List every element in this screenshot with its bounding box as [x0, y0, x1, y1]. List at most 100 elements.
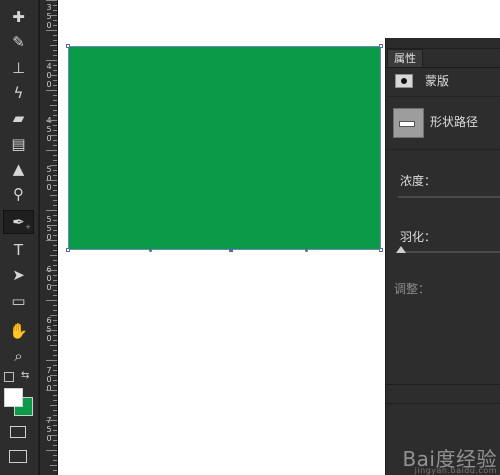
history-brush-icon[interactable]: ϟ [3, 81, 34, 105]
ruler-tick [53, 115, 57, 116]
mask-row[interactable]: 蒙版 [386, 68, 500, 97]
rectangle-tool-icon-glyph: ▭ [11, 291, 26, 310]
density-slider-track[interactable] [398, 196, 500, 198]
ruler-tick [53, 430, 57, 431]
adjust-label: 调整： [394, 282, 431, 296]
foreground-color-swatch[interactable] [4, 388, 23, 407]
shape-anchor-top-right[interactable] [379, 44, 383, 48]
ruler-tick [53, 160, 57, 161]
ruler-tick [46, 150, 57, 151]
ruler-tick [53, 310, 57, 311]
ruler-tick [50, 405, 57, 406]
dodge-icon[interactable]: ⚲ [3, 182, 34, 206]
blur-icon[interactable]: ▲ [3, 157, 34, 181]
ruler-tick [53, 205, 57, 206]
ruler-tick [46, 360, 57, 361]
ruler-tick [46, 330, 57, 331]
ruler-tick [53, 145, 57, 146]
zoom-tool-icon[interactable]: ⌕ [3, 344, 34, 368]
ruler-tick [50, 255, 57, 256]
panel-divider [386, 384, 500, 385]
blur-icon-glyph: ▲ [12, 159, 25, 178]
shape-path-row[interactable]: 形状路径 [386, 97, 500, 150]
quick-mask-icon[interactable] [10, 426, 26, 438]
pen-tool-icon[interactable]: ✒ + [3, 210, 34, 234]
ruler-tick [50, 315, 57, 316]
ruler-tick [53, 260, 57, 261]
ruler-tick [53, 280, 57, 281]
swap-colors-icon[interactable]: ⇆ [21, 371, 29, 381]
ruler-tick [46, 90, 57, 91]
brush-icon[interactable]: ✎ [3, 30, 34, 54]
ruler-tick [53, 55, 57, 56]
screen-mode-icon[interactable] [9, 450, 27, 463]
ruler-tick [53, 230, 57, 231]
ruler-tick [53, 400, 57, 401]
panel-divider [386, 403, 500, 404]
shape-path-thumbnail [393, 108, 424, 138]
path-selection-icon[interactable]: ➤ [3, 263, 34, 287]
ruler-tick [53, 365, 57, 366]
pen-tool-plus-icon: + [25, 223, 31, 231]
ruler-tick [50, 345, 57, 346]
feather-slider-track[interactable] [398, 251, 500, 253]
ruler-tick [53, 245, 57, 246]
tools-panel: ✚ ✎ ⊥ ϟ ▰ ▤ ▲ ⚲ ✒ + T ➤ ▭ ✋ ⌕ ⇆ [0, 0, 39, 475]
hand-tool-icon[interactable]: ✋ [3, 319, 34, 343]
shape-anchor-bottom-right[interactable] [379, 248, 383, 252]
ruler-tick [53, 265, 57, 266]
rectangle-tool-icon[interactable]: ▭ [3, 289, 34, 313]
green-rectangle-shape[interactable] [68, 46, 381, 250]
ruler-tick [53, 320, 57, 321]
ruler-tick [50, 165, 57, 166]
ruler-tick [46, 270, 57, 271]
ruler-tick [53, 380, 57, 381]
gradient-icon-glyph: ▤ [11, 134, 26, 153]
type-tool-icon[interactable]: T [3, 238, 34, 262]
shape-path-point[interactable] [305, 249, 308, 252]
watermark-subtext: jingyan.baidu.com [414, 466, 497, 475]
stamp-icon[interactable]: ⊥ [3, 56, 34, 80]
eraser-icon[interactable]: ▰ [3, 106, 34, 130]
ruler-tick [53, 35, 57, 36]
properties-panel: 属性 蒙版 形状路径 浓度： 羽化： 调整： [385, 38, 500, 475]
pen-tool-icon-glyph: ✒ [12, 212, 25, 231]
ruler-tick [53, 395, 57, 396]
ruler-tick [53, 370, 57, 371]
ruler-tick [50, 135, 57, 136]
ruler-tick [53, 130, 57, 131]
ruler-tick [53, 295, 57, 296]
default-colors-icon[interactable] [4, 372, 14, 382]
ruler-tick [53, 350, 57, 351]
ruler-tick [53, 65, 57, 66]
ruler-tick [53, 425, 57, 426]
shape-anchor-bottom-center[interactable] [229, 248, 233, 252]
ruler-tick [46, 0, 57, 1]
gradient-icon[interactable]: ▤ [3, 132, 34, 156]
ruler-tick [53, 140, 57, 141]
ruler-tick [53, 190, 57, 191]
shape-anchor-bottom-left[interactable] [66, 248, 70, 252]
ruler-tick [53, 440, 57, 441]
band-aid-icon[interactable]: ✚ [3, 5, 34, 29]
ruler-tick [53, 125, 57, 126]
ruler-tick [53, 455, 57, 456]
watermark: Bai度经验 jingyan.baidu.com [387, 447, 497, 475]
ruler-tick [46, 180, 57, 181]
shape-anchor-top-left[interactable] [66, 44, 70, 48]
type-tool-icon-glyph: T [13, 240, 24, 259]
ruler-tick [46, 390, 57, 391]
shape-path-point[interactable] [149, 249, 152, 252]
ruler-tick [50, 465, 57, 466]
ruler-tick [53, 20, 57, 21]
feather-slider-thumb[interactable] [396, 246, 406, 253]
ruler-tick [53, 40, 57, 41]
ruler-tick [53, 250, 57, 251]
ruler-tick [53, 470, 57, 471]
feather-label: 羽化： [400, 230, 437, 244]
ruler-tick [53, 170, 57, 171]
properties-tab[interactable]: 属性 [387, 49, 423, 67]
ruler-tick [50, 105, 57, 106]
ruler-tick [53, 235, 57, 236]
ruler-tick [53, 25, 57, 26]
